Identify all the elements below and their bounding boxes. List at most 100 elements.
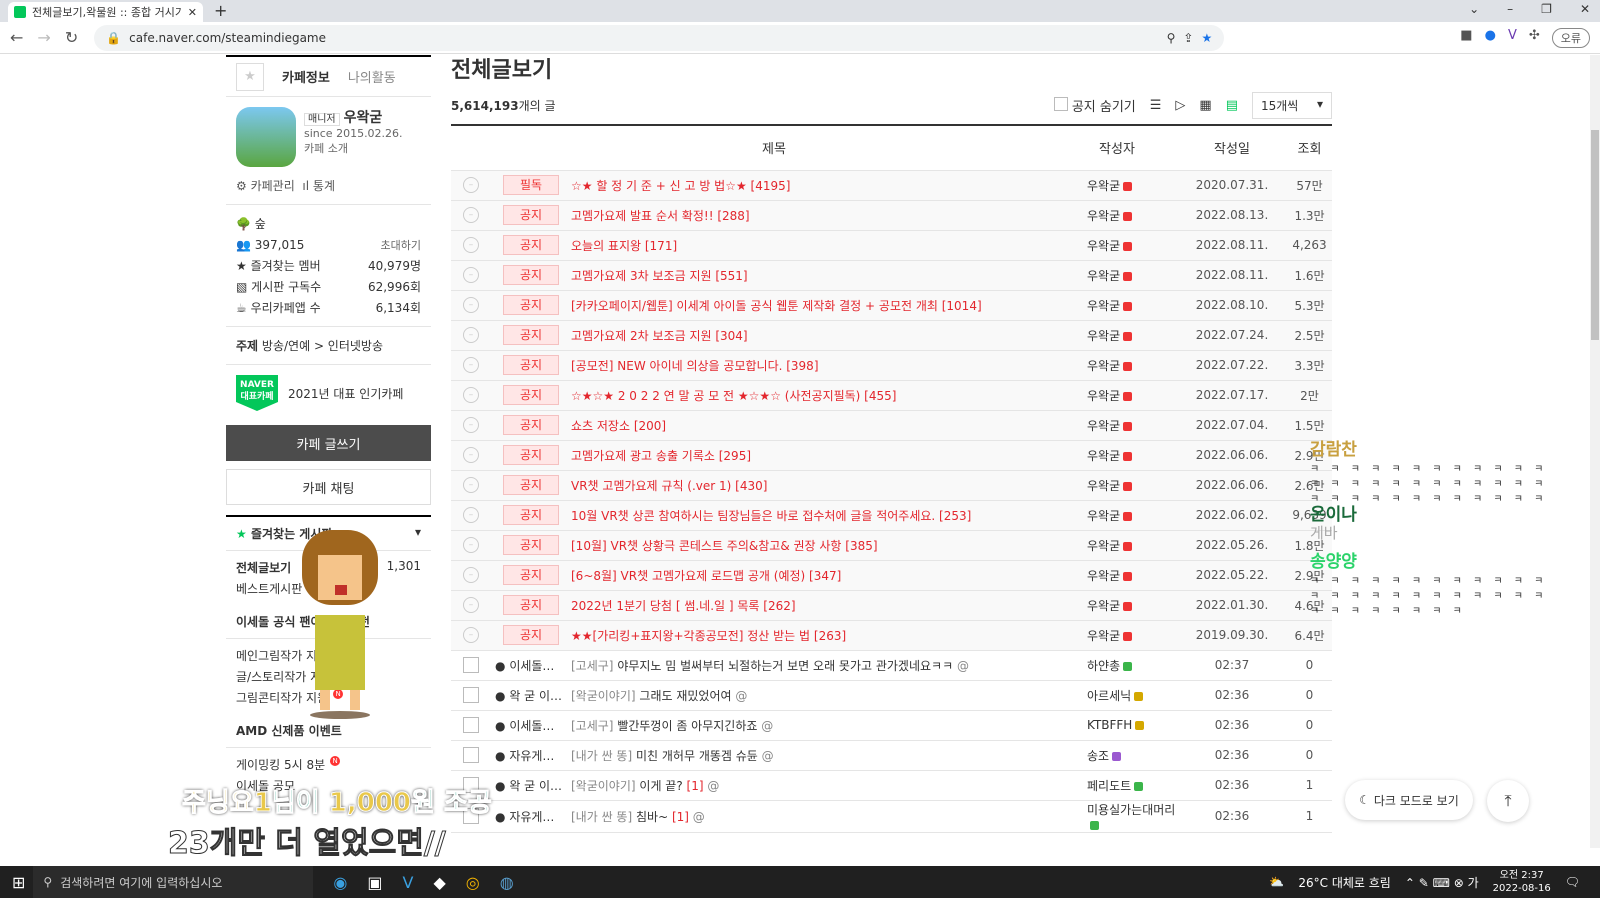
post-title-link[interactable]: [6~8월] VR챗 고멤가요제 로드맵 공개 (예정) [347] [571,560,1057,591]
new-window-icon[interactable]: @ [693,810,705,824]
page-scrollbar[interactable] [1590,55,1600,848]
edge-icon[interactable]: ◉ [333,873,347,892]
new-window-icon[interactable]: @ [957,659,969,673]
author-name[interactable]: 우왁굳 [1087,299,1120,313]
author-name[interactable]: 우왁굳 [1087,419,1120,433]
new-window-icon[interactable]: @ [707,779,719,793]
row-checkbox[interactable] [463,717,479,733]
post-category[interactable]: [내가 싼 똥] [571,810,632,824]
dark-mode-button[interactable]: ☾ 다크 모드로 보기 [1345,780,1473,820]
cafe-intro-link[interactable]: 카페 소개 [304,140,403,156]
author-name[interactable]: 하얀총 [1087,659,1120,673]
menu-item[interactable]: 게이밍킹 5시 8분 [236,756,325,773]
post-title-link[interactable]: 고멤가요제 발표 순서 확정!! [288] [571,200,1057,231]
author-name[interactable]: KTBFFH [1087,718,1132,732]
scroll-top-button[interactable]: ⤒ [1487,780,1529,822]
taskbar-search[interactable]: ⚲ 검색하려면 여기에 입력하십시오 [33,866,314,898]
post-title-link[interactable]: 야무지노 밈 벌써부터 뇌절하는거 보면 오래 못가고 관가겠네요ㅋㅋ [617,659,953,673]
app-icon[interactable]: ▣ [367,873,382,892]
notice-row[interactable]: – 필독 ☆★ 할 정 기 준 + 신 고 방 법☆★ [4195] 우왁굳 2020.… [451,170,1332,201]
board-name-link[interactable]: 자유게… [509,749,554,763]
comment-count[interactable]: [1] [687,779,704,793]
post-row[interactable]: ● 이세돌… [고세구] 빨간뚜껑이 좀 아무지긴하죠 @ KTBFFH 02:36 0 [451,710,1332,741]
post-title-link[interactable]: 고멤가요제 2차 보조금 지원 [304] [571,320,1057,351]
author-name[interactable]: 우왁굳 [1087,629,1120,643]
notice-row[interactable]: – 공지 VR챗 고멤가요제 규칙 (.ver 1) [430] 우왁굳 2022.06… [451,470,1332,501]
cafe-admin-link[interactable]: 카페관리 [251,179,295,193]
new-window-icon[interactable]: @ [762,749,774,763]
author-name[interactable]: 페리도트 [1087,779,1131,793]
new-tab-button[interactable]: + [214,1,227,20]
manager-name[interactable]: 우왁굳 [344,110,383,126]
board-name-link[interactable]: 자유게… [509,810,554,824]
post-row[interactable]: ● 이세돌… [고세구] 야무지노 밈 벌써부터 뇌절하는거 보면 오래 못가고 … [451,650,1332,681]
board-name-link[interactable]: 이세돌… [509,719,554,733]
post-row[interactable]: ● 왁 굳 이… [왁굳이야기] 이게 끝? [1] @ 페리도트 02:36 1 [451,770,1332,801]
post-title-link[interactable]: 침바~ [636,810,668,824]
board-name-link[interactable]: 왁 굳 이… [509,779,562,793]
notice-row[interactable]: – 공지 고멤가요제 발표 순서 확정!! [288] 우왁굳 2022.08.13. 1… [451,200,1332,231]
notice-row[interactable]: – 공지 2022년 1분기 당첨 [ 썸.네.일 ] 목록 [262] 우왁굳 202… [451,590,1332,621]
author-name[interactable]: 아르세닉 [1087,689,1131,703]
author-name[interactable]: 우왁굳 [1087,389,1120,403]
post-title-link[interactable]: 10월 VR챗 상콘 참여하시는 팀장님들은 바로 접수처에 글을 적어주세요.… [571,500,1057,531]
post-title-link[interactable]: 미친 개허무 개똥겜 슈듄 [636,749,758,763]
board-name-link[interactable]: 이세돌… [509,659,554,673]
write-post-button[interactable]: 카페 글쓰기 [226,425,431,461]
profile-button[interactable]: 오류 [1551,27,1590,48]
address-bar[interactable]: 🔒 cafe.naver.com/steamindiegame ⚲ ⇪ ★ [94,24,1225,51]
hide-notice-checkbox[interactable] [1053,96,1068,111]
browser-tab[interactable]: 전체글보기,왁물원 :: 종합 거시기 ✕ [8,2,203,22]
new-window-icon[interactable]: @ [761,719,773,733]
post-title-link[interactable]: 고멤가요제 3차 보조금 지원 [551] [571,260,1057,291]
bookmark-star-icon[interactable]: ★ [1201,31,1212,45]
notice-row[interactable]: – 공지 [공모전] NEW 아이네 의상을 공모합니다. [398] 우왁굳 2022… [451,350,1332,381]
comment-count[interactable]: [1] [672,810,689,824]
list-view-icon[interactable]: ☰ [1150,98,1162,113]
row-checkbox[interactable] [463,687,479,703]
notice-row[interactable]: – 공지 쇼츠 저장소 [200] 우왁굳 2022.07.04. 1.5만 [451,410,1332,441]
notice-row[interactable]: – 공지 고멤가요제 3차 보조금 지원 [551] 우왁굳 2022.08.11. 1.… [451,260,1332,291]
post-category[interactable]: [왁굳이야기] [571,689,636,703]
notice-row[interactable]: – 공지 오늘의 표지왕 [171] 우왁굳 2022.08.11. 4,263 [451,230,1332,261]
post-category[interactable]: [내가 싼 똥] [571,749,632,763]
author-name[interactable]: 우왁굳 [1087,179,1120,193]
author-name[interactable]: 송조 [1087,749,1109,763]
per-page-select[interactable]: 15개씩 ▾ [1252,91,1332,119]
notification-icon[interactable]: 🗨 [1565,875,1580,889]
post-title-link[interactable]: [카카오페이지/웹툰] 이세계 아이돌 공식 웹툰 제작화 결정 + 공모전 개… [571,290,1057,321]
author-name[interactable]: 우왁굳 [1087,329,1120,343]
author-name[interactable]: 우왁굳 [1087,479,1120,493]
post-title-link[interactable]: 오늘의 표지왕 [171] [571,230,1057,261]
minimize-button[interactable]: – [1507,2,1513,16]
author-name[interactable]: 우왁굳 [1087,269,1120,283]
author-name[interactable]: 우왁굳 [1087,359,1120,373]
notice-row[interactable]: – 공지 [6~8월] VR챗 고멤가요제 로드맵 공개 (예정) [347] 우왁굳… [451,560,1332,591]
post-title-link[interactable]: ☆★ 할 정 기 준 + 신 고 방 법☆★ [4195] [571,170,1057,201]
tab-cafe-info[interactable]: 카페정보 [282,67,330,86]
zoom-icon[interactable]: ⚲ [1167,31,1176,45]
app-icon[interactable]: ◆ [433,873,445,892]
author-name[interactable]: 우왁굳 [1087,239,1120,253]
favorite-star-icon[interactable]: ★ [236,62,264,91]
tab-search-icon[interactable]: ⌄ [1469,2,1479,16]
post-title-link[interactable]: 고멤가요제 광고 송출 기록소 [295] [571,440,1057,471]
clock[interactable]: 오전 2:37 2022-08-16 [1493,869,1551,895]
share-icon[interactable]: ⇪ [1183,31,1193,45]
post-title-link[interactable]: ☆★☆★ 2 0 2 2 연 말 공 모 전 ★☆★☆ (사전공지필독) [45… [571,380,1057,411]
row-checkbox[interactable] [463,657,479,673]
author-name[interactable]: 우왁굳 [1087,209,1120,223]
steam-icon[interactable]: ◍ [500,873,514,892]
invite-link[interactable]: 초대하기 [381,237,421,253]
author-name[interactable]: 미용실가는대머리 [1087,803,1175,817]
author-name[interactable]: 우왁굳 [1087,569,1120,583]
notice-row[interactable]: – 공지 고멤가요제 2차 보조금 지원 [304] 우왁굳 2022.07.24. 2.… [451,320,1332,351]
new-window-icon[interactable]: @ [735,689,747,703]
notice-row[interactable]: – 공지 고멤가요제 광고 송출 기록소 [295] 우왁굳 2022.06.06. 2.… [451,440,1332,471]
grid-view-icon[interactable]: ▦ [1199,98,1211,113]
vscode-icon[interactable]: V [403,873,414,892]
extension-icon[interactable]: ● [1485,28,1496,48]
close-window-button[interactable]: ✕ [1580,2,1590,16]
board-name-link[interactable]: 왁 굳 이… [509,689,562,703]
post-category[interactable]: [고세구] [571,719,613,733]
